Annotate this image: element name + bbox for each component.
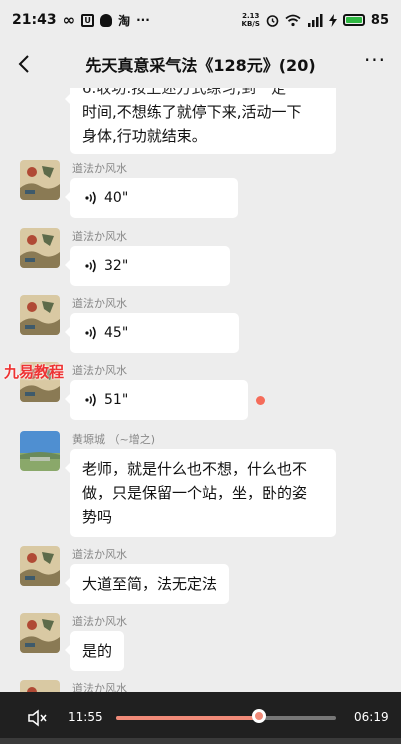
avatar-image (20, 680, 60, 692)
net-speed-unit: KB/S (241, 20, 260, 28)
avatar-image (20, 546, 60, 586)
chat-title: 先天真意采气法《128元》(20) (85, 56, 316, 75)
status-time: 21:43 (12, 12, 57, 28)
bottom-edge (0, 738, 401, 744)
voice-bubble[interactable]: 40" (65, 178, 238, 218)
sender-name: 道法か风水 (72, 230, 127, 243)
seek-bar[interactable] (116, 716, 336, 720)
status-bar: 21:43 ∞ U 淘 ··· 2.13 KB/S 85 (0, 0, 401, 40)
avatar-image (20, 160, 60, 200)
voice-duration: 51" (104, 392, 129, 408)
wifi-icon (285, 14, 301, 26)
back-button[interactable] (12, 52, 36, 76)
status-notification-icons: ∞ U 淘 ··· (63, 11, 150, 29)
avatar[interactable] (20, 295, 60, 335)
unread-dot (256, 396, 265, 405)
speaker-muted-icon (28, 709, 47, 727)
avatar[interactable] (20, 160, 60, 200)
message-list[interactable]: 6.收功:按上述方式练习,到一定 时间,不想练了就停下来,活动一下 身体,行功就… (0, 88, 401, 692)
net-speed: 2.13 KB/S (242, 12, 260, 28)
sender-name: 道法か风水 (72, 548, 127, 561)
bubble-text-line: 是的 (82, 642, 113, 660)
bubble-text-line: 6.收功:按上述方式练习,到一定 (82, 88, 287, 97)
bubble-text-line: 时间,不想练了就停下来,活动一下 (82, 103, 302, 121)
more-dots-icon: ··· (363, 48, 387, 72)
sender-name: 道法か风水 (72, 162, 127, 175)
status-system-icons: 2.13 KB/S 85 (242, 12, 389, 28)
avatar-image (20, 431, 60, 471)
signal-icon (307, 13, 323, 27)
current-time: 11:55 (68, 710, 103, 724)
alarm-icon (266, 14, 279, 27)
mute-button[interactable] (28, 709, 48, 727)
avatar-image (20, 295, 60, 335)
charging-icon (328, 13, 337, 27)
sender-name: 黄塬城 （~增之) (72, 433, 156, 446)
voice-wave-icon (85, 191, 96, 205)
voice-bubble[interactable]: 45" (65, 313, 239, 353)
avatar[interactable] (20, 613, 60, 653)
avatar[interactable] (20, 680, 60, 692)
sender-name: 道法か风水 (72, 297, 127, 310)
text-bubble[interactable]: 是的 (64, 631, 125, 671)
qq-icon (100, 13, 113, 27)
chevron-left-icon (18, 55, 29, 73)
bubble-text-line: 势吗 (82, 508, 113, 526)
voice-duration: 32" (104, 258, 129, 274)
bubble-text-line: 身体,行功就结束。 (82, 127, 207, 145)
avatar[interactable] (20, 431, 60, 471)
voice-wave-icon (85, 326, 96, 340)
voice-bubble[interactable]: 32" (65, 246, 230, 286)
bubble-text-line: 大道至简，法无定法 (82, 575, 218, 593)
voice-duration: 45" (104, 325, 129, 341)
text-bubble[interactable]: 大道至简，法无定法 (64, 564, 230, 604)
avatar-image (20, 613, 60, 653)
infinity-icon: ∞ (62, 11, 76, 29)
sender-name: 道法か风水 (72, 682, 127, 692)
sender-name: 道法か风水 (72, 615, 127, 628)
seek-progress (116, 716, 259, 720)
more-dots-icon: ··· (136, 13, 150, 27)
voice-duration: 40" (104, 190, 129, 206)
bubble-text-line: 老师，就是什么也不想，什么也不 (82, 460, 308, 478)
watermark-text: 九易教程 (4, 363, 65, 381)
battery-percent: 85 (370, 12, 389, 28)
voice-wave-icon (85, 259, 96, 273)
taobao-icon: 淘 (118, 13, 131, 28)
more-options-button[interactable]: ··· (363, 50, 387, 74)
bubble-text-line: 做，只是保留一个站，坐，卧的姿 (82, 484, 308, 502)
chat-header: 先天真意采气法《128元》(20) ··· (0, 40, 401, 88)
text-bubble[interactable]: 6.收功:按上述方式练习,到一定 时间,不想练了就停下来,活动一下 身体,行功就… (65, 88, 336, 154)
battery-icon (342, 14, 365, 26)
net-speed-value: 2.13 (242, 12, 260, 20)
avatar-image (20, 228, 60, 268)
media-player-bar: 11:55 06:19 (0, 692, 401, 744)
voice-wave-icon (85, 393, 96, 407)
total-time: 06:19 (354, 710, 389, 724)
sender-name: 道法か风水 (72, 364, 127, 377)
voice-bubble[interactable]: 51" (65, 380, 248, 420)
avatar[interactable] (20, 546, 60, 586)
app-box-icon: U (81, 13, 95, 27)
seek-handle[interactable] (252, 709, 266, 723)
avatar[interactable] (20, 228, 60, 268)
text-bubble[interactable]: 老师，就是什么也不想，什么也不 做，只是保留一个站，坐，卧的姿 势吗 (65, 449, 336, 537)
